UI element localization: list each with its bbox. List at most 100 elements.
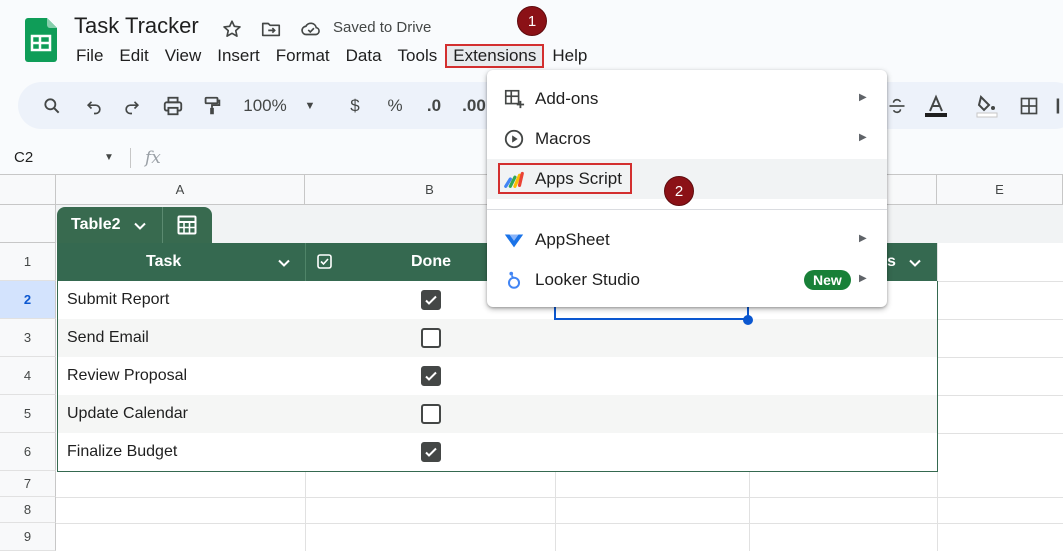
menu-format[interactable]: Format <box>268 44 338 68</box>
gridline <box>305 471 306 551</box>
row-header-5[interactable]: 5 <box>0 395 56 433</box>
done-checkbox[interactable] <box>421 442 441 462</box>
gridline <box>555 471 556 551</box>
header-task[interactable]: Task <box>146 243 181 281</box>
menu-bar: File Edit View Insert Format Data Tools … <box>68 44 595 68</box>
merge-cells-icon[interactable] <box>1053 82 1063 129</box>
paint-format-icon[interactable] <box>198 82 226 129</box>
column-header-e[interactable]: E <box>937 175 1063 205</box>
menu-insert[interactable]: Insert <box>209 44 268 68</box>
menu-file[interactable]: File <box>68 44 111 68</box>
gridline <box>749 471 750 551</box>
add-ons-icon <box>504 89 525 109</box>
fill-color-icon[interactable] <box>973 82 1001 129</box>
chevron-down-icon[interactable] <box>133 219 147 233</box>
row-header-3[interactable]: 3 <box>0 319 56 357</box>
increase-decimal-button[interactable]: .00 <box>461 82 487 129</box>
column-header-a[interactable]: A <box>56 175 305 205</box>
check-icon <box>425 295 437 305</box>
row-header-9[interactable]: 9 <box>0 523 56 551</box>
table-row: Review Proposal <box>58 357 937 395</box>
zoom-value[interactable]: 100% <box>240 82 290 129</box>
row-header-2[interactable]: 2 <box>0 281 56 319</box>
menu-data[interactable]: Data <box>338 44 390 68</box>
row-header-6[interactable]: 6 <box>0 433 56 471</box>
header-divider <box>305 243 306 281</box>
menu-view[interactable]: View <box>157 44 210 68</box>
table-tab-row-gutter <box>0 205 56 243</box>
menu-item-appsheet[interactable]: AppSheet ▶ <box>487 220 887 260</box>
redo-icon[interactable] <box>118 82 146 129</box>
name-box[interactable]: C2 <box>14 149 33 166</box>
menu-edit[interactable]: Edit <box>111 44 156 68</box>
task-cell[interactable]: Send Email <box>67 329 149 347</box>
strikethrough-icon[interactable] <box>885 82 909 129</box>
undo-icon[interactable] <box>80 82 108 129</box>
menu-separator <box>487 209 887 210</box>
search-menus-icon[interactable] <box>38 82 66 129</box>
done-checkbox[interactable] <box>421 366 441 386</box>
done-checkbox[interactable] <box>421 328 441 348</box>
fill-handle[interactable] <box>743 315 753 325</box>
header-partial[interactable]: s <box>887 243 896 281</box>
table-row: Finalize Budget <box>58 433 937 471</box>
task-column-dropdown-icon[interactable] <box>277 256 291 270</box>
row-header-4[interactable]: 4 <box>0 357 56 395</box>
done-checkbox[interactable] <box>421 290 441 310</box>
task-cell[interactable]: Review Proposal <box>67 367 187 385</box>
step-badge-2: 2 <box>664 176 694 206</box>
table-name: Table2 <box>71 216 121 233</box>
menu-item-macros[interactable]: Macros ▶ <box>487 119 887 159</box>
gridline <box>937 357 1063 358</box>
column-dropdown-icon[interactable] <box>908 256 922 270</box>
checkbox-column-type-icon <box>317 254 332 269</box>
done-checkbox[interactable] <box>421 404 441 424</box>
menu-item-add-ons[interactable]: Add-ons ▶ <box>487 79 887 119</box>
menu-help[interactable]: Help <box>544 44 595 68</box>
currency-format-button[interactable]: $ <box>345 82 365 129</box>
row-header-7[interactable]: 7 <box>0 471 56 497</box>
gridline <box>56 523 1063 524</box>
submenu-arrow-icon: ▶ <box>859 132 867 143</box>
menu-extensions[interactable]: Extensions <box>445 44 545 68</box>
select-all-corner[interactable] <box>0 175 56 205</box>
menu-item-label: Macros <box>535 129 591 148</box>
gridline <box>56 497 1063 498</box>
table-calculator-icon[interactable] <box>177 215 197 235</box>
apps-script-highlight <box>498 163 632 194</box>
sheets-logo[interactable] <box>25 18 57 62</box>
menu-tools[interactable]: Tools <box>390 44 446 68</box>
move-folder-icon[interactable] <box>260 18 282 40</box>
check-icon <box>425 447 437 457</box>
star-icon[interactable] <box>221 18 243 40</box>
decrease-decimal-button[interactable]: .0 <box>422 82 446 129</box>
menu-item-label: Looker Studio <box>535 270 640 289</box>
appsheet-icon <box>504 234 524 248</box>
zoom-dropdown-icon[interactable]: ▼ <box>302 82 318 129</box>
table-row: Send Email <box>58 319 937 357</box>
task-cell[interactable]: Submit Report <box>67 291 169 309</box>
cloud-saved-icon <box>301 22 320 36</box>
row-header-1[interactable]: 1 <box>0 243 56 281</box>
saved-status: Saved to Drive <box>333 19 432 36</box>
table-name-tab[interactable]: Table2 <box>57 207 212 243</box>
macros-icon <box>504 129 524 149</box>
name-box-dropdown-icon[interactable]: ▼ <box>104 152 114 163</box>
check-icon <box>425 371 437 381</box>
menu-item-label: AppSheet <box>535 230 610 249</box>
menu-item-looker-studio[interactable]: Looker Studio New ▶ <box>487 260 887 300</box>
row-header-8[interactable]: 8 <box>0 497 56 523</box>
submenu-arrow-icon: ▶ <box>859 233 867 244</box>
fx-icon: fx <box>145 148 161 168</box>
formula-divider <box>130 148 131 168</box>
print-icon[interactable] <box>159 82 187 129</box>
borders-icon[interactable] <box>1015 82 1043 129</box>
task-cell[interactable]: Finalize Budget <box>67 443 177 461</box>
header-done[interactable]: Done <box>411 243 451 281</box>
looker-studio-icon <box>507 271 521 289</box>
percent-format-button[interactable]: % <box>385 82 405 129</box>
document-title[interactable]: Task Tracker <box>74 13 199 39</box>
submenu-arrow-icon: ▶ <box>859 92 867 103</box>
task-cell[interactable]: Update Calendar <box>67 405 188 423</box>
text-color-icon[interactable] <box>921 82 951 129</box>
